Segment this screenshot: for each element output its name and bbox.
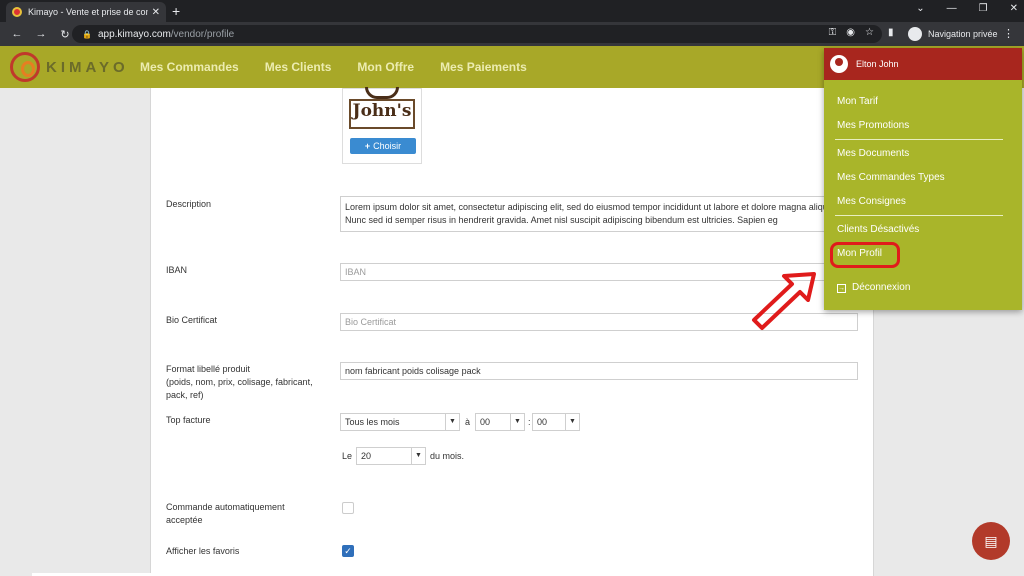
kimayo-logo-icon xyxy=(10,52,40,82)
document-icon: ▤ xyxy=(984,532,998,549)
window-controls: ⌄ — ❐ ✕ xyxy=(916,3,1018,14)
nav-mes-paiements[interactable]: Mes Paiements xyxy=(440,60,527,74)
kimayo-favicon-icon xyxy=(12,7,22,17)
user-avatar-icon xyxy=(830,55,848,73)
frequency-value: Tous les mois xyxy=(345,417,400,427)
minute-value: 00 xyxy=(537,417,548,427)
star-icon[interactable]: ☆ xyxy=(865,27,874,38)
menu-item-mon-tarif[interactable]: Mon Tarif xyxy=(837,96,878,107)
menu-item-deconnexion[interactable]: → Déconnexion xyxy=(837,282,910,293)
brand-logo-text: John's xyxy=(349,99,415,129)
auto-order-label: Commande automatiquement acceptée xyxy=(166,502,285,525)
description-textarea[interactable]: Lorem ipsum dolor sit amet, consectetur … xyxy=(340,196,858,232)
nav-mes-clients[interactable]: Mes Clients xyxy=(265,60,332,74)
user-name: Elton John xyxy=(856,59,899,69)
choose-image-button[interactable]: + Choisir xyxy=(350,138,416,154)
menu-item-mes-documents[interactable]: Mes Documents xyxy=(837,148,909,159)
format-hint: (poids, nom, prix, colisage, fabricant, … xyxy=(166,377,313,400)
iban-label: IBAN xyxy=(166,265,188,275)
logout-label: Déconnexion xyxy=(852,282,911,293)
sidepanel-icon[interactable]: ▮ xyxy=(888,27,894,38)
nav-mon-offre[interactable]: Mon Offre xyxy=(357,60,414,74)
tab-title: Kimayo - Vente et prise de comm xyxy=(28,7,148,17)
user-dropdown-menu: Elton John Mon Tarif Mes Promotions Mes … xyxy=(824,48,1022,310)
menu-divider xyxy=(835,215,1003,216)
private-label: Navigation privée xyxy=(928,29,998,39)
mon-profil-highlight xyxy=(830,242,900,268)
omnibox-icons: ⚿ ◉ ☆ xyxy=(829,27,874,38)
favorites-checkbox[interactable]: ✓ xyxy=(342,545,354,557)
hour-select[interactable]: 00 ▼ xyxy=(475,413,525,431)
logout-icon: → xyxy=(837,284,846,293)
frequency-select[interactable]: Tous les mois ▼ xyxy=(340,413,460,431)
lock-icon: 🔒 xyxy=(82,29,92,39)
document-fab-button[interactable]: ▤ xyxy=(972,522,1010,560)
caret-down-icon: ▼ xyxy=(565,414,579,430)
browser-tab[interactable]: Kimayo - Vente et prise de comm ✕ xyxy=(6,2,166,22)
top-facture-label: Top facture xyxy=(166,415,211,425)
url-host: app.kimayo.com xyxy=(97,28,171,40)
key-icon[interactable]: ⚿ xyxy=(829,27,837,38)
day-prefix: Le xyxy=(342,451,353,461)
colon-separator: : xyxy=(528,417,531,427)
new-tab-button[interactable]: + xyxy=(172,3,180,19)
back-icon[interactable]: ← xyxy=(10,28,24,40)
description-label: Description xyxy=(166,199,212,209)
hour-value: 00 xyxy=(480,417,491,427)
caret-down-icon: ▼ xyxy=(411,448,425,464)
minute-select[interactable]: 00 ▼ xyxy=(532,413,580,431)
caret-down-icon: ▼ xyxy=(510,414,524,430)
format-label: Format libellé produit xyxy=(166,364,251,374)
restore-icon[interactable]: ❐ xyxy=(979,3,988,14)
chevron-down-icon[interactable]: ⌄ xyxy=(916,3,924,14)
plus-icon: + xyxy=(364,141,371,151)
tab-close-icon[interactable]: ✕ xyxy=(152,7,160,18)
reload-icon[interactable]: ↻ xyxy=(58,28,72,41)
menu-divider xyxy=(835,139,1003,140)
incognito-icon xyxy=(908,27,922,41)
private-profile-button[interactable]: Navigation privée xyxy=(908,25,998,43)
main-nav: Mes Commandes Mes Clients Mon Offre Mes … xyxy=(140,60,527,74)
browser-tabbar: Kimayo - Vente et prise de comm ✕ + ⌄ — … xyxy=(0,0,1024,22)
bio-certificat-label: Bio Certificat xyxy=(166,315,218,325)
day-suffix: du mois. xyxy=(430,451,465,461)
annotation-arrow-icon xyxy=(752,272,816,330)
close-window-icon[interactable]: ✕ xyxy=(1010,3,1018,14)
format-input[interactable]: nom fabricant poids colisage pack xyxy=(340,362,858,380)
kimayo-logo[interactable]: KIMAYO xyxy=(10,52,129,82)
choose-label: Choisir xyxy=(373,141,402,151)
browser-menu-icon[interactable]: ⋮ xyxy=(1003,27,1014,40)
menu-item-clients-desactives[interactable]: Clients Désactivés xyxy=(837,224,919,235)
day-select[interactable]: 20 ▼ xyxy=(356,447,426,465)
browser-toolbar: ← → ↻ 🔒 app.kimayo.com/vendor/profile ⚿ … xyxy=(0,22,1024,46)
menu-item-mes-commandes-types[interactable]: Mes Commandes Types xyxy=(837,172,945,183)
caret-down-icon: ▼ xyxy=(445,414,459,430)
favorites-label: Afficher les favoris xyxy=(166,546,240,556)
nav-mes-commandes[interactable]: Mes Commandes xyxy=(140,60,239,74)
day-value: 20 xyxy=(361,451,372,461)
eye-off-icon[interactable]: ◉ xyxy=(846,27,855,38)
at-label: à xyxy=(465,417,471,427)
cup-icon xyxy=(365,87,399,99)
logo-text: KIMAYO xyxy=(46,58,129,76)
minimize-icon[interactable]: — xyxy=(947,3,957,14)
menu-item-mes-consignes[interactable]: Mes Consignes xyxy=(837,196,906,207)
url-path: /vendor/profile xyxy=(170,28,235,40)
forward-icon[interactable]: → xyxy=(34,28,48,40)
auto-order-checkbox[interactable] xyxy=(342,502,354,514)
menu-user-header[interactable]: Elton John xyxy=(824,48,1022,80)
menu-item-mes-promotions[interactable]: Mes Promotions xyxy=(837,120,909,131)
address-bar[interactable]: 🔒 app.kimayo.com/vendor/profile ⚿ ◉ ☆ xyxy=(72,25,882,43)
